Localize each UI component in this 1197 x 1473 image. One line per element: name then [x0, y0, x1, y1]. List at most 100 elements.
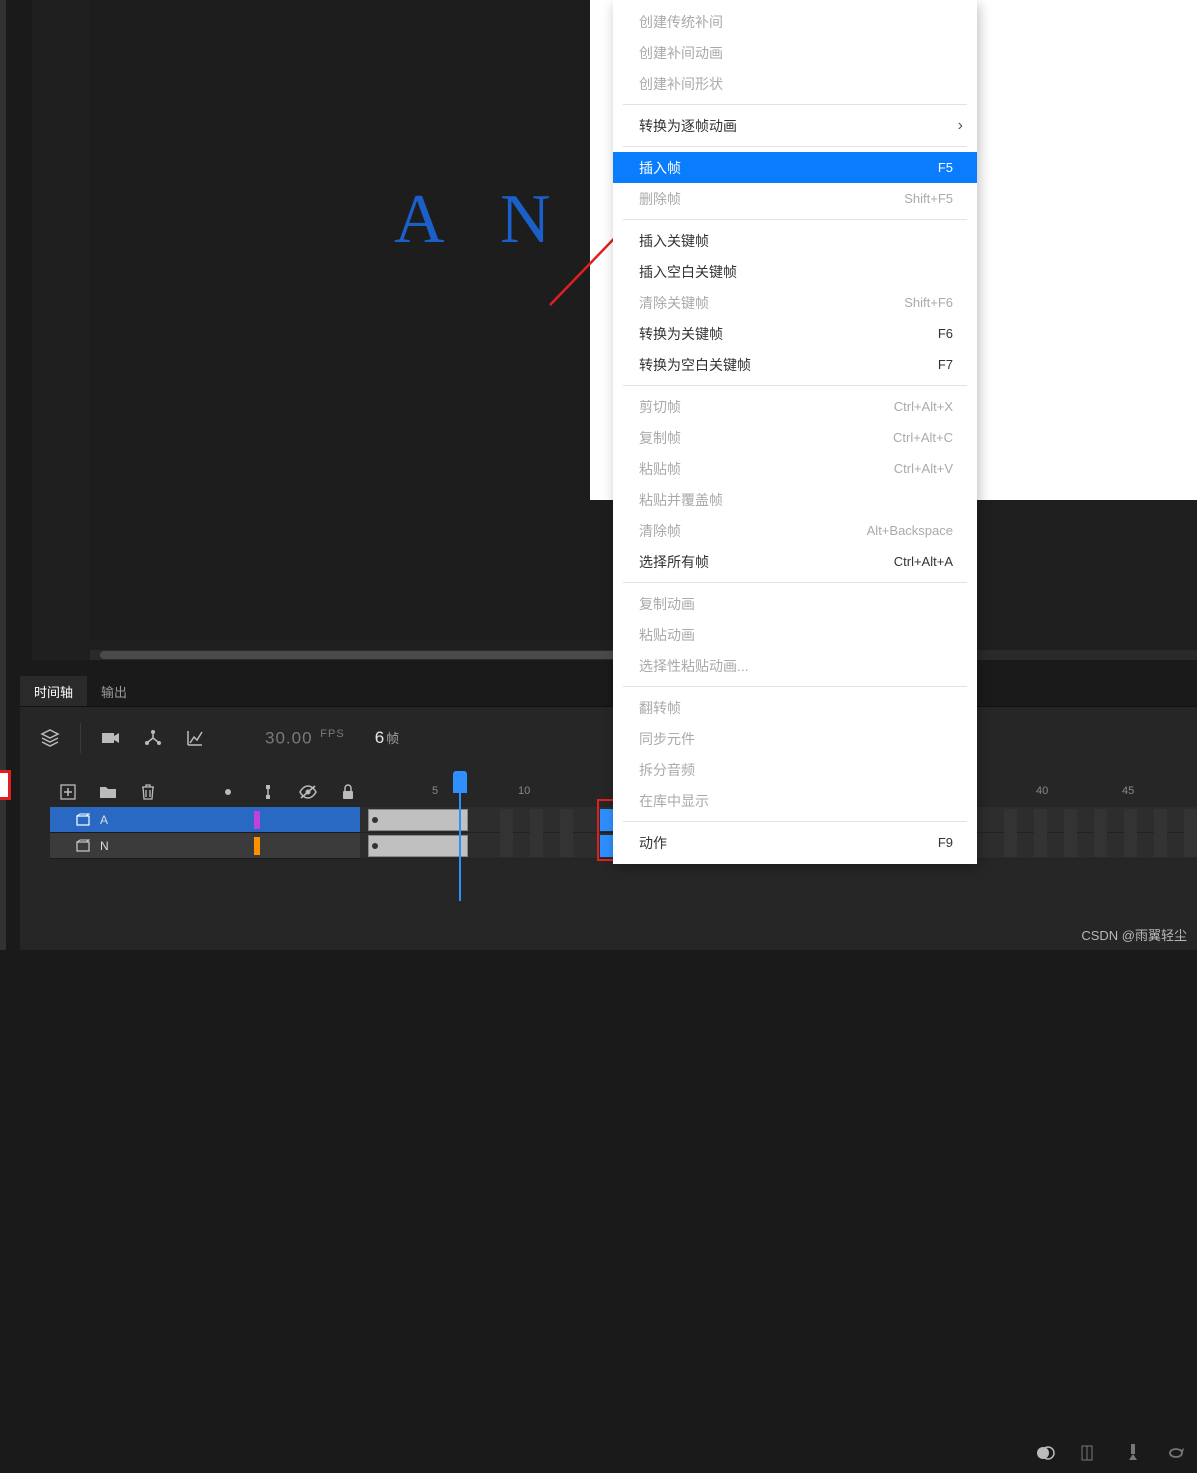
visibility-icon[interactable] — [298, 782, 318, 802]
menu-item-shortcut: Shift+F5 — [904, 191, 953, 206]
stage-text-a[interactable]: A — [394, 180, 445, 260]
menu-item-shortcut: Ctrl+Alt+A — [894, 554, 953, 569]
menu-item[interactable]: 动作 F9 — [613, 827, 977, 858]
context-menu: 创建传统补间创建补间动画创建补间形状转换为逐帧动画插入帧F5 删除帧 Shift+F… — [613, 0, 977, 864]
menu-item-label: 创建传统补间 — [639, 12, 723, 32]
camera-icon[interactable] — [101, 728, 121, 748]
menu-item: 拆分音频 — [613, 754, 977, 785]
add-layer-icon[interactable] — [58, 782, 78, 802]
menu-item[interactable]: 转换为关键帧F6 — [613, 318, 977, 349]
menu-separator — [623, 686, 967, 687]
menu-item: 粘贴并覆盖帧 — [613, 484, 977, 515]
menu-item-label: 删除帧 — [639, 189, 681, 209]
layer-toolbar — [20, 777, 360, 807]
graph-icon[interactable] — [185, 728, 205, 748]
menu-item: 选择性粘贴动画... — [613, 650, 977, 681]
timeline-panel: 30.00 FPS 6帧 — [20, 706, 1197, 950]
menu-item[interactable]: 插入空白关键帧 — [613, 256, 977, 287]
menu-item-shortcut: F7 — [938, 357, 953, 372]
menu-item: 清除帧 Alt+Backspace — [613, 515, 977, 546]
menu-separator — [623, 582, 967, 583]
menu-item: 剪切帧 Ctrl+Alt+X — [613, 391, 977, 422]
menu-item-label: 插入帧 — [639, 158, 681, 178]
folder-icon[interactable] — [98, 782, 118, 802]
lock-icon[interactable] — [338, 782, 358, 802]
tab-output[interactable]: 输出 — [87, 676, 141, 709]
layer-type-icon — [76, 839, 90, 853]
layer-color-swatch — [254, 837, 260, 855]
menu-item-label: 创建补间动画 — [639, 43, 723, 63]
menu-separator — [623, 821, 967, 822]
menu-item: 创建传统补间 — [613, 6, 977, 37]
menu-item-shortcut: F6 — [938, 326, 953, 341]
menu-item-label: 粘贴帧 — [639, 459, 681, 479]
menu-item: 同步元件 — [613, 723, 977, 754]
edit-multiple-icon[interactable] — [1079, 1443, 1099, 1463]
menu-item-label: 选择性粘贴动画... — [639, 656, 749, 676]
menu-item-label: 转换为空白关键帧 — [639, 355, 751, 375]
trash-icon[interactable] — [138, 782, 158, 802]
ruler-tick: 5 — [432, 785, 438, 797]
menu-item[interactable]: 选择所有帧Ctrl+Alt+A — [613, 546, 977, 577]
layers-icon[interactable] — [40, 728, 60, 748]
menu-item: 复制帧 Ctrl+Alt+C — [613, 422, 977, 453]
frame-value: 6 — [375, 728, 384, 747]
frame-label: 帧 — [386, 731, 399, 746]
menu-item[interactable]: 插入帧F5 — [613, 152, 977, 183]
menu-item-shortcut: Ctrl+Alt+X — [894, 399, 953, 414]
menu-item: 删除帧 Shift+F5 — [613, 183, 977, 214]
ruler-tick: 10 — [518, 785, 530, 797]
marker-icon[interactable] — [1123, 1443, 1143, 1463]
layer-list: A N — [50, 807, 360, 859]
layer-name: A — [100, 813, 108, 827]
menu-item: 复制动画 — [613, 588, 977, 619]
menu-item-label: 创建补间形状 — [639, 74, 723, 94]
tab-timeline[interactable]: 时间轴 — [20, 676, 87, 709]
watermark-text: CSDN @雨翼轻尘 — [1081, 925, 1187, 944]
menu-item[interactable]: 转换为空白关键帧 F7 — [613, 349, 977, 380]
rig-icon[interactable] — [143, 728, 163, 748]
fps-label: FPS — [320, 728, 344, 740]
menu-item-label: 同步元件 — [639, 729, 695, 749]
menu-separator — [623, 146, 967, 147]
menu-item-label: 在库中显示 — [639, 791, 709, 811]
layer-row-a[interactable]: A — [50, 807, 360, 833]
menu-item-label: 拆分音频 — [639, 760, 695, 780]
highlight-dot-icon[interactable] — [218, 782, 238, 802]
menu-item: 创建补间动画 — [613, 37, 977, 68]
menu-item-shortcut: F9 — [938, 835, 953, 850]
onion-skin-icon[interactable] — [1035, 1443, 1055, 1463]
scrollbar-thumb[interactable] — [100, 651, 620, 659]
menu-separator — [623, 385, 967, 386]
menu-separator — [623, 104, 967, 105]
current-frame-display[interactable]: 6帧 — [375, 728, 399, 748]
left-toolbar — [0, 0, 6, 950]
menu-item-label: 粘贴动画 — [639, 625, 695, 645]
stage-text-n[interactable]: N — [500, 180, 551, 260]
ruler-tick: 45 — [1122, 785, 1134, 797]
menu-item-label: 插入关键帧 — [639, 231, 709, 251]
fps-value: 30.00 — [265, 728, 313, 747]
menu-item[interactable]: 转换为逐帧动画 — [613, 110, 977, 141]
menu-item-label: 复制动画 — [639, 594, 695, 614]
menu-item-label: 剪切帧 — [639, 397, 681, 417]
menu-item-label: 复制帧 — [639, 428, 681, 448]
layer-name: N — [100, 839, 109, 853]
fps-display[interactable]: 30.00 FPS — [265, 728, 345, 749]
menu-item[interactable]: 插入关键帧 — [613, 225, 977, 256]
menu-item-label: 粘贴并覆盖帧 — [639, 490, 723, 510]
menu-item-label: 插入空白关键帧 — [639, 262, 737, 282]
connector-icon[interactable] — [258, 782, 278, 802]
menu-item-shortcut: Alt+Backspace — [867, 523, 953, 538]
menu-item-label: 清除关键帧 — [639, 293, 709, 313]
menu-item-label: 转换为逐帧动画 — [639, 116, 737, 136]
menu-item-label: 清除帧 — [639, 521, 681, 541]
menu-item: 翻转帧 — [613, 692, 977, 723]
layer-row-n[interactable]: N — [50, 833, 360, 859]
menu-item-label: 动作 — [639, 833, 667, 853]
menu-item-label: 翻转帧 — [639, 698, 681, 718]
menu-item: 创建补间形状 — [613, 68, 977, 99]
loop-icon[interactable] — [1167, 1443, 1187, 1463]
menu-item: 粘贴动画 — [613, 619, 977, 650]
menu-item-shortcut: Ctrl+Alt+C — [893, 430, 953, 445]
